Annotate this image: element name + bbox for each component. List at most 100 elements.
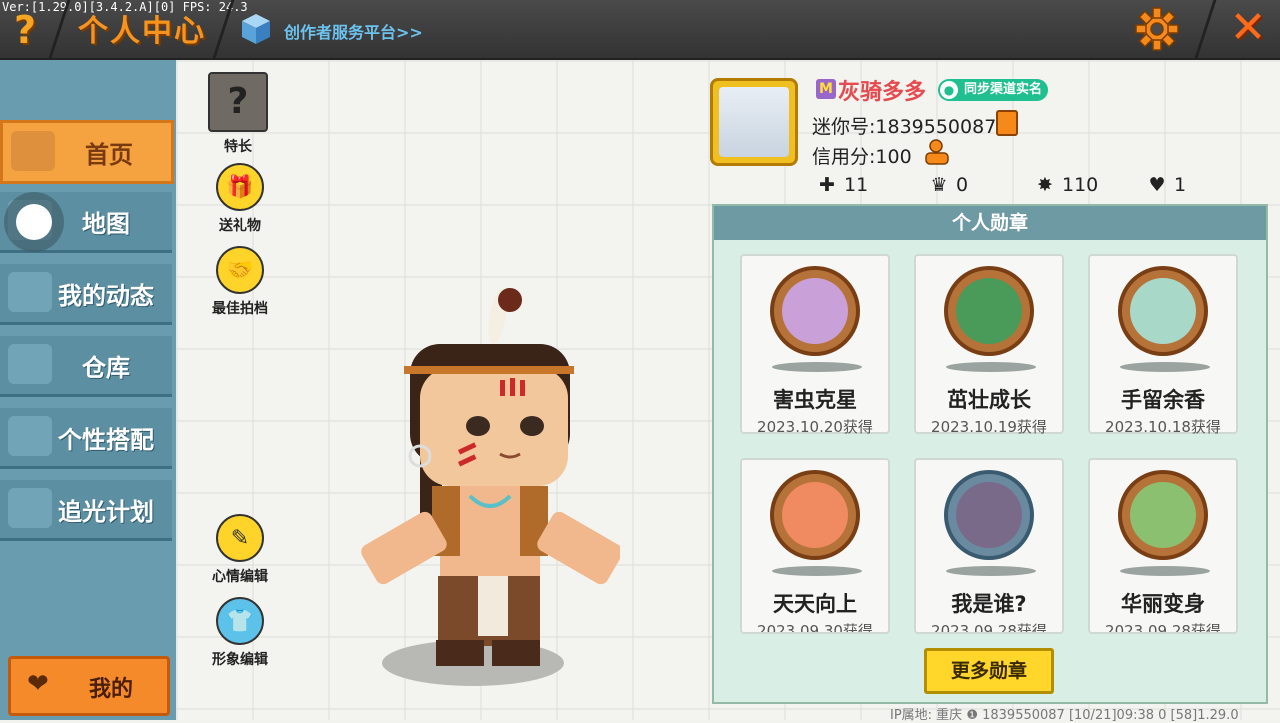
- best-partner-label: 最佳拍档: [212, 301, 268, 317]
- light-plan-icon: [8, 488, 52, 528]
- page-title: 个人中心: [78, 14, 206, 49]
- medal-date: 2023.09.30获得: [757, 622, 873, 634]
- handshake-icon: 🤝: [216, 246, 264, 294]
- send-gift-label: 送礼物: [219, 218, 261, 234]
- medal-date: 2023.10.20获得: [757, 418, 873, 436]
- medals-title: 个人勋章: [714, 206, 1266, 240]
- sidebar: 首页 地图 我的动态 仓库 个性搭配 追光计划: [0, 60, 176, 720]
- medal-card[interactable]: 华丽变身 2023.09.28获得: [1088, 458, 1238, 634]
- best-partner-button[interactable]: 🤝 最佳拍档: [202, 246, 278, 318]
- medal-name: 我是谁?: [951, 592, 1027, 616]
- medal-pedestal: [772, 362, 862, 372]
- medal-pedestal: [946, 566, 1036, 576]
- sidebar-item-label: 仓库: [82, 354, 130, 382]
- credit-person-icon[interactable]: [924, 138, 952, 166]
- medal-card[interactable]: 天天向上 2023.09.30获得: [740, 458, 890, 634]
- medal-date: 2023.09.28获得: [931, 622, 1047, 634]
- stat-fire: ✸ 110: [1034, 174, 1098, 200]
- mine-button[interactable]: ❤ 我的: [8, 656, 170, 716]
- medals-panel: 个人勋章 害虫克星 2023.10.20获得 茁壮成长 2023.10.19获得…: [712, 204, 1268, 704]
- footer-info: IP属地: 重庆 ❶ 1839550087 [10/21]09:38 0 [58…: [890, 708, 1239, 723]
- medal-icon: [1118, 470, 1208, 560]
- stat-value: 11: [844, 174, 869, 196]
- user-icon: ●: [940, 81, 958, 99]
- close-button[interactable]: ✕: [1226, 6, 1270, 50]
- bell-icon: [8, 272, 52, 312]
- trophy-icon: ♛: [930, 174, 948, 196]
- avatar-image: [719, 87, 789, 157]
- stat-value: 1: [1174, 174, 1187, 196]
- credit-score: 信用分:100: [812, 146, 912, 168]
- house-icon: [11, 131, 55, 171]
- stat-hearts: ♥ 1: [1146, 174, 1186, 200]
- sidebar-item-label: 首页: [85, 141, 133, 169]
- sidebar-item-light-plan[interactable]: 追光计划: [0, 480, 172, 541]
- medal-name: 手留余香: [1121, 388, 1205, 412]
- creator-platform-link[interactable]: 创作者服务平台>>: [284, 19, 423, 43]
- cube-icon: [242, 14, 270, 44]
- medal-name: 华丽变身: [1121, 592, 1205, 616]
- fire-icon: ✸: [1037, 174, 1053, 196]
- specialty-label: 特长: [224, 139, 252, 155]
- sidebar-item-label: 我的动态: [58, 282, 154, 310]
- copy-icon[interactable]: [996, 110, 1018, 136]
- stat-trophy: ♛ 0: [928, 174, 968, 200]
- outfit-icon: [8, 416, 52, 456]
- medal-icon: [770, 470, 860, 560]
- image-edit-label: 形象编辑: [212, 652, 268, 668]
- more-medals-button[interactable]: 更多勋章: [924, 648, 1054, 694]
- medal-icon: [770, 266, 860, 356]
- medal-icon: [944, 470, 1034, 560]
- vip-badge: M: [816, 79, 836, 99]
- specialty-button[interactable]: ? 特长: [200, 72, 276, 156]
- medal-pedestal: [1120, 566, 1210, 576]
- help-button[interactable]: ?: [6, 8, 44, 52]
- image-edit-button[interactable]: 👕 形象编辑: [202, 597, 278, 669]
- medal-name: 茁壮成长: [947, 388, 1031, 412]
- sidebar-item-home[interactable]: 首页: [0, 120, 174, 184]
- medal-pedestal: [946, 362, 1036, 372]
- sidebar-item-warehouse[interactable]: 仓库: [0, 336, 172, 397]
- mine-button-label: 我的: [88, 677, 133, 702]
- medal-date: 2023.10.18获得: [1105, 418, 1221, 436]
- floating-toggle[interactable]: [4, 192, 64, 252]
- medal-card[interactable]: 我是谁? 2023.09.28获得: [914, 458, 1064, 634]
- sidebar-item-my-feed[interactable]: 我的动态: [0, 264, 172, 325]
- heart-icon: ♥: [1148, 174, 1166, 196]
- medal-pedestal: [1120, 362, 1210, 372]
- medal-icon: [944, 266, 1034, 356]
- avatar[interactable]: [710, 78, 798, 166]
- top-bar: Ver:[1.29.0][3.4.2.A][0] FPS: 24.3 ? 个人中…: [0, 0, 1280, 60]
- edit-icon: ✎: [216, 514, 264, 562]
- question-mark-icon: ?: [208, 72, 268, 132]
- outfit-shirt-icon: 👕: [216, 597, 264, 645]
- sidebar-item-label: 追光计划: [58, 498, 154, 526]
- mini-id: 迷你号:1839550087: [812, 116, 997, 138]
- mood-edit-label: 心情编辑: [212, 569, 268, 585]
- medal-pedestal: [772, 566, 862, 576]
- warehouse-icon: [8, 344, 52, 384]
- divider: [1194, 0, 1217, 58]
- heart-icon: ❤: [27, 669, 49, 699]
- medal-date: 2023.09.28获得: [1105, 622, 1221, 634]
- plus-square-icon: ✚: [819, 174, 835, 196]
- sidebar-item-label: 个性搭配: [58, 426, 154, 454]
- medal-card[interactable]: 茁壮成长 2023.10.19获得: [914, 254, 1064, 436]
- stat-value: 110: [1062, 174, 1099, 196]
- stat-value: 0: [956, 174, 969, 196]
- medal-date: 2023.10.19获得: [931, 418, 1047, 436]
- medal-name: 害虫克星: [773, 388, 857, 412]
- medal-name: 天天向上: [773, 592, 857, 616]
- nickname: 灰骑多多: [838, 80, 927, 105]
- sidebar-item-label: 地图: [82, 210, 130, 238]
- player-character[interactable]: [350, 286, 620, 680]
- medal-card[interactable]: 害虫克星 2023.10.20获得: [740, 254, 890, 436]
- stat-likes: ✚ 11: [816, 174, 868, 200]
- send-gift-button[interactable]: 🎁 送礼物: [202, 163, 278, 235]
- mood-edit-button[interactable]: ✎ 心情编辑: [202, 514, 278, 586]
- medal-card[interactable]: 手留余香 2023.10.18获得: [1088, 254, 1238, 436]
- medal-icon: [1118, 266, 1208, 356]
- sidebar-item-outfit[interactable]: 个性搭配: [0, 408, 172, 469]
- settings-gear-icon[interactable]: [1134, 6, 1180, 52]
- gift-icon: 🎁: [216, 163, 264, 211]
